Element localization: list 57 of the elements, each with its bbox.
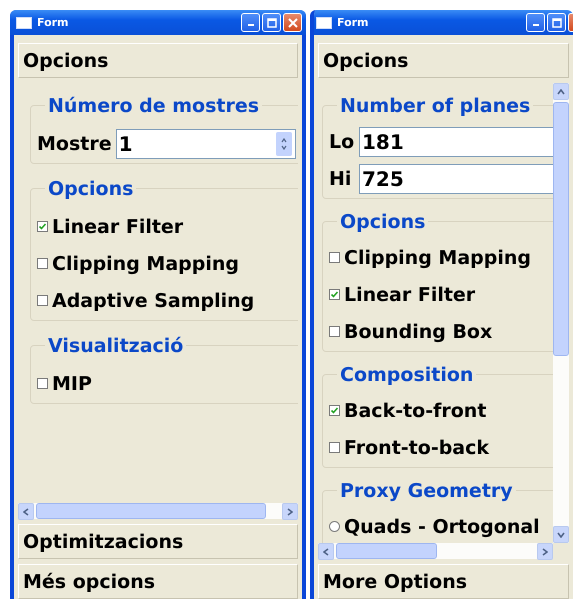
radio-button[interactable]: [329, 521, 340, 532]
scrollbar[interactable]: [18, 503, 298, 519]
checkbox-label: Clipping Mapping: [52, 252, 239, 274]
checkbox[interactable]: [37, 221, 48, 232]
spin-box[interactable]: 1: [116, 128, 296, 158]
page-tab[interactable]: Opcions: [18, 43, 298, 78]
window-title: Form: [337, 16, 370, 29]
scroll-left-button[interactable]: [318, 543, 334, 560]
scroll-left-button[interactable]: [18, 503, 34, 520]
page-tab[interactable]: Opcions: [318, 43, 569, 78]
input-field[interactable]: 725: [359, 164, 553, 194]
page-tab[interactable]: Més opcions: [18, 564, 298, 599]
minimize-button[interactable]: [526, 13, 545, 32]
up-down-arrows-icon: [280, 136, 287, 150]
window-icon: [16, 16, 32, 28]
scroll-right-button[interactable]: [282, 503, 298, 520]
minimize-button[interactable]: [241, 13, 260, 32]
scrollbar[interactable]: [553, 83, 569, 543]
maximize-icon: [266, 18, 276, 28]
checkbox-label: Linear Filter: [52, 216, 184, 238]
checkbox[interactable]: [329, 326, 340, 337]
input-field[interactable]: 181: [359, 126, 553, 156]
checkbox-label: Clipping Mapping: [344, 246, 531, 268]
checkbox[interactable]: [329, 405, 340, 416]
scroll-thumb[interactable]: [553, 102, 569, 356]
checkbox[interactable]: [37, 378, 48, 389]
checkbox[interactable]: [37, 295, 48, 306]
checkbox[interactable]: [329, 252, 340, 263]
checkbox-label: Linear Filter: [344, 284, 476, 306]
page-tab[interactable]: More Options: [318, 564, 569, 599]
maximize-button[interactable]: [262, 13, 281, 32]
checkbox-label: MIP: [52, 372, 92, 394]
scrollbar[interactable]: [318, 543, 553, 559]
checkbox[interactable]: [329, 442, 340, 453]
field-label: Hi: [329, 168, 352, 190]
scroll-down-button[interactable]: [553, 526, 569, 543]
close-button[interactable]: [283, 13, 302, 32]
field-label: Lo: [329, 130, 355, 152]
window-title: Form: [37, 16, 70, 29]
checkbox[interactable]: [37, 258, 48, 269]
scroll-up-button[interactable]: [553, 83, 569, 100]
spin-buttons[interactable]: [276, 132, 292, 156]
checkbox-label: Back-to-front: [344, 400, 486, 422]
maximize-button[interactable]: [547, 13, 566, 32]
page-tab[interactable]: Optimitzacions: [18, 524, 298, 559]
close-icon: [288, 18, 298, 28]
radio-label: Quads - Ortogonal: [344, 516, 540, 538]
checkbox-label: Front-to-back: [344, 436, 490, 458]
checkbox-label: Bounding Box: [344, 320, 492, 342]
checkbox[interactable]: [329, 289, 340, 300]
maximize-icon: [552, 18, 562, 28]
scroll-thumb[interactable]: [36, 503, 266, 519]
window-icon: [316, 16, 332, 28]
field-label: Mostre: [37, 132, 112, 154]
scroll-right-button[interactable]: [537, 543, 553, 560]
checkbox-label: Adaptive Sampling: [52, 290, 254, 312]
scroll-thumb[interactable]: [336, 543, 437, 559]
